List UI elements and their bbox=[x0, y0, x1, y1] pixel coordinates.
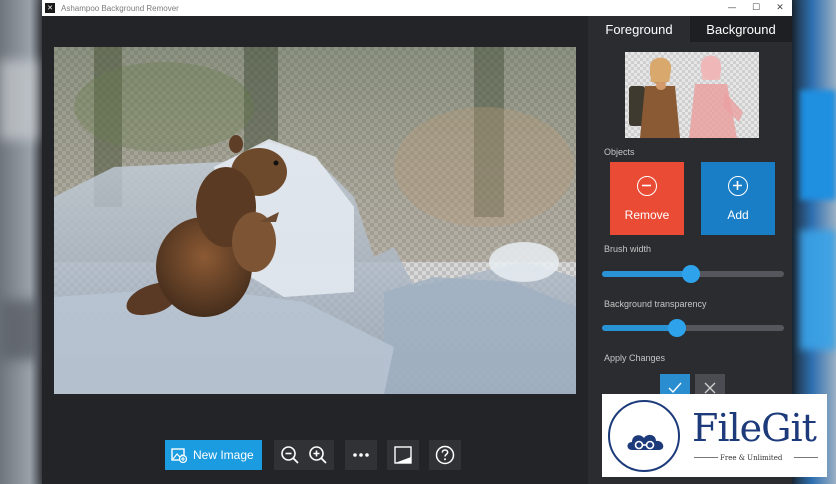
zoom-in-button[interactable] bbox=[308, 445, 328, 465]
brush-width-handle[interactable] bbox=[682, 265, 700, 283]
zoom-out-icon bbox=[281, 446, 299, 464]
compare-icon bbox=[394, 446, 412, 464]
tagline-rule-right bbox=[794, 457, 818, 458]
transparency-slider[interactable] bbox=[602, 319, 784, 337]
title-bar[interactable]: ✕ Ashampoo Background Remover — ☐ ✕ bbox=[42, 0, 792, 16]
remove-button[interactable]: Remove bbox=[610, 162, 684, 235]
window-controls: — ☐ ✕ bbox=[720, 0, 792, 16]
canvas-image bbox=[54, 47, 576, 394]
foreground-preview bbox=[625, 52, 759, 138]
desktop-blur-left-lower bbox=[0, 300, 40, 360]
objects-label: Objects bbox=[604, 147, 635, 157]
preview-image bbox=[629, 55, 743, 138]
desktop-blur-right-lower bbox=[800, 230, 836, 350]
filegit-tagline: Free & Unlimited bbox=[720, 454, 783, 462]
window-title: Ashampoo Background Remover bbox=[61, 3, 179, 13]
zoom-in-icon bbox=[309, 446, 327, 464]
transparency-handle[interactable] bbox=[668, 319, 686, 337]
more-dots-icon bbox=[353, 453, 369, 457]
minus-circle-icon bbox=[637, 176, 657, 196]
brush-width-fill bbox=[602, 271, 691, 277]
plus-circle-icon bbox=[728, 176, 748, 196]
help-icon bbox=[435, 445, 455, 465]
tab-foreground[interactable]: Foreground bbox=[588, 16, 690, 42]
compare-button[interactable] bbox=[387, 440, 419, 470]
filegit-watermark: FileGit Free & Unlimited bbox=[602, 394, 827, 477]
add-button[interactable]: Add bbox=[701, 162, 775, 235]
brush-width-label: Brush width bbox=[604, 244, 652, 254]
desktop-blur-right bbox=[800, 90, 836, 200]
add-label: Add bbox=[727, 208, 749, 222]
transparency-label: Background transparency bbox=[604, 299, 707, 309]
app-logo-icon: ✕ bbox=[45, 3, 55, 13]
cross-icon bbox=[704, 382, 716, 394]
apply-changes-label: Apply Changes bbox=[604, 353, 666, 363]
maximize-button[interactable]: ☐ bbox=[744, 0, 768, 16]
more-options-button[interactable] bbox=[345, 440, 377, 470]
tab-background[interactable]: Background bbox=[690, 16, 792, 42]
image-canvas[interactable] bbox=[54, 47, 576, 394]
remove-label: Remove bbox=[624, 208, 670, 222]
cloud-link-icon bbox=[627, 434, 664, 450]
transparency-fill bbox=[602, 325, 677, 331]
filegit-name: FileGit bbox=[692, 406, 817, 450]
new-image-button[interactable]: New Image bbox=[165, 440, 262, 470]
brush-width-slider[interactable] bbox=[602, 265, 784, 283]
new-image-icon bbox=[171, 448, 187, 463]
close-button[interactable]: ✕ bbox=[768, 0, 792, 16]
checkmark-icon bbox=[668, 382, 682, 394]
desktop-blur-left bbox=[0, 60, 40, 140]
new-image-label: New Image bbox=[193, 448, 254, 462]
help-button[interactable] bbox=[429, 440, 461, 470]
filegit-logo bbox=[608, 400, 680, 472]
minimize-button[interactable]: — bbox=[720, 0, 744, 16]
tagline-rule-left bbox=[694, 457, 718, 458]
zoom-group bbox=[274, 440, 334, 470]
zoom-out-button[interactable] bbox=[280, 445, 300, 465]
panel-tabs: Foreground Background bbox=[588, 16, 792, 42]
